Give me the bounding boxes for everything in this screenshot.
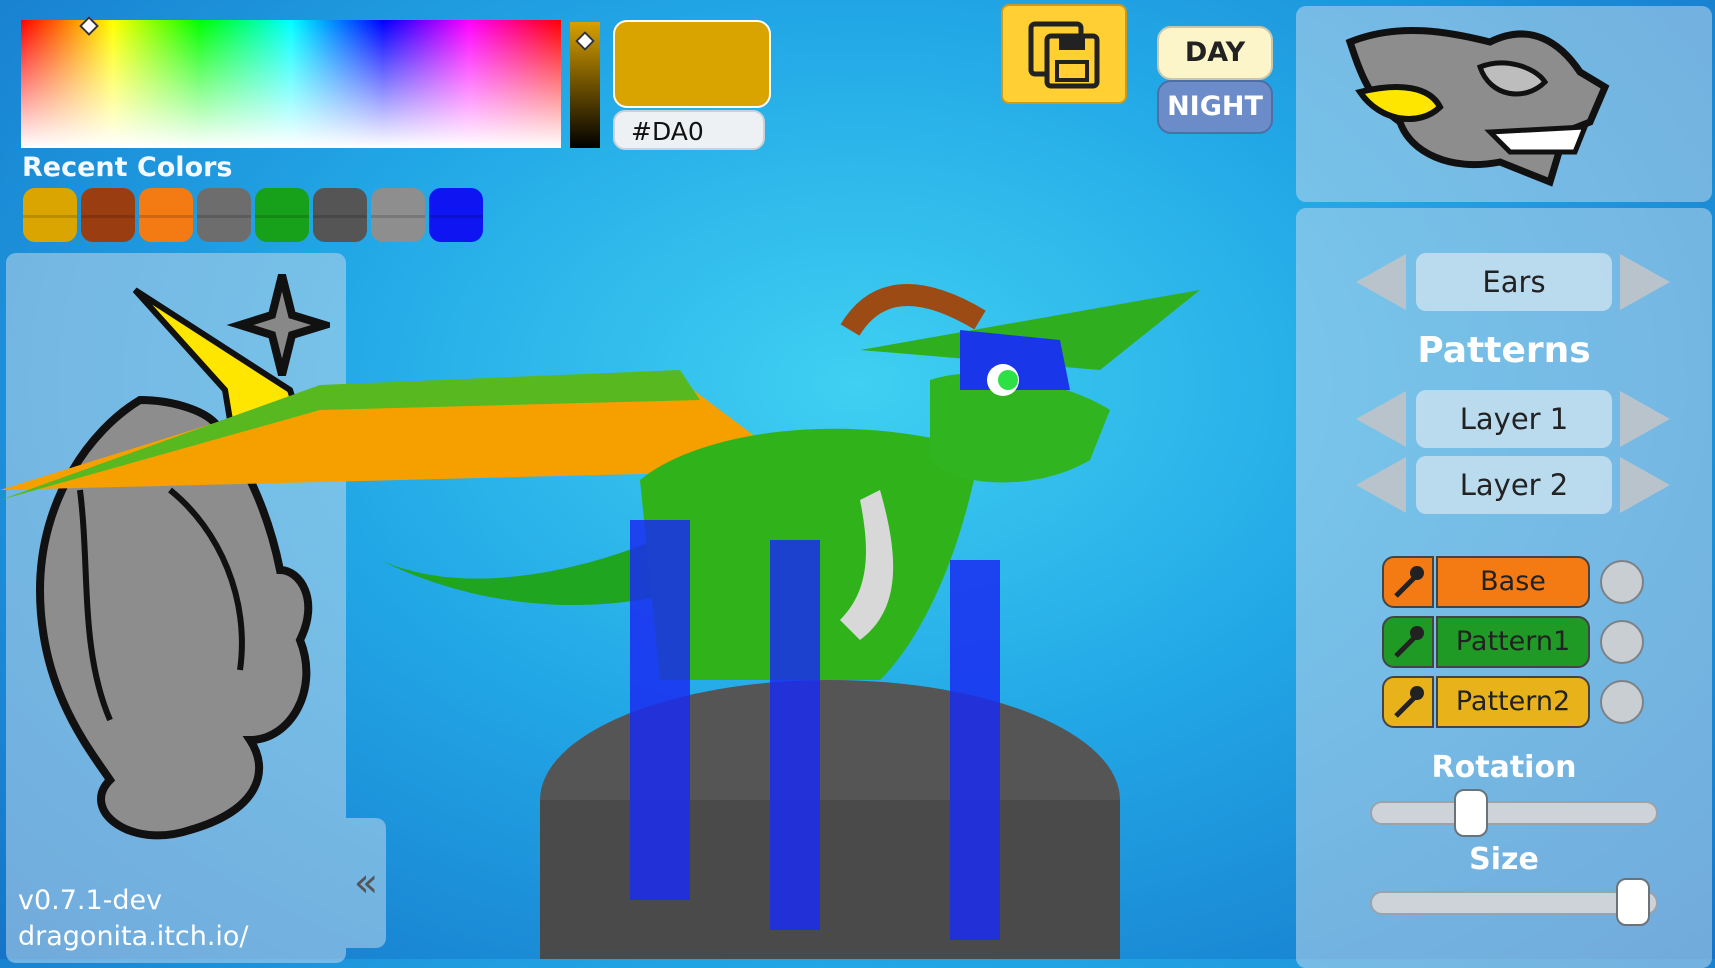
part-selector: Ears bbox=[1416, 253, 1612, 311]
layer2-prev-arrow[interactable] bbox=[1356, 457, 1406, 513]
recent-color-swatch[interactable] bbox=[139, 188, 193, 242]
size-slider[interactable] bbox=[1370, 891, 1658, 915]
save-button[interactable] bbox=[1001, 4, 1127, 104]
pattern2-color-button[interactable]: Pattern2 bbox=[1436, 676, 1590, 728]
color-spectrum[interactable] bbox=[21, 20, 561, 148]
ears-prev-arrow[interactable] bbox=[1356, 254, 1406, 310]
pattern1-color-button[interactable]: Pattern1 bbox=[1436, 616, 1590, 668]
recent-color-swatch[interactable] bbox=[197, 188, 251, 242]
rotation-slider-knob[interactable] bbox=[1453, 789, 1488, 837]
lightbulb-icon[interactable] bbox=[1600, 560, 1644, 604]
floppy-disk-icon bbox=[1028, 21, 1100, 89]
dragon-3d-viewport[interactable] bbox=[0, 260, 1260, 959]
rotation-slider[interactable] bbox=[1370, 801, 1658, 825]
layer1-prev-arrow[interactable] bbox=[1356, 391, 1406, 447]
recent-color-swatch[interactable] bbox=[371, 188, 425, 242]
night-button[interactable]: NIGHT bbox=[1157, 80, 1273, 134]
dragon-head-icon bbox=[1345, 27, 1610, 187]
eyedropper-icon[interactable] bbox=[1382, 616, 1434, 668]
day-button[interactable]: DAY bbox=[1157, 26, 1273, 80]
recent-color-swatch[interactable] bbox=[81, 188, 135, 242]
recent-color-swatch[interactable] bbox=[429, 188, 483, 242]
layer2-next-arrow[interactable] bbox=[1620, 457, 1670, 513]
base-color-button[interactable]: Base bbox=[1436, 556, 1590, 608]
rotation-label: Rotation bbox=[1431, 750, 1577, 785]
patterns-title: Patterns bbox=[1417, 330, 1591, 371]
recent-color-swatch[interactable] bbox=[23, 188, 77, 242]
layer1-next-arrow[interactable] bbox=[1620, 391, 1670, 447]
recent-colors-title: Recent Colors bbox=[22, 152, 233, 183]
layer1-selector: Layer 1 bbox=[1416, 390, 1612, 448]
lightbulb-icon[interactable] bbox=[1600, 680, 1644, 724]
size-slider-knob[interactable] bbox=[1616, 878, 1651, 926]
current-color-swatch bbox=[613, 20, 771, 108]
ears-next-arrow[interactable] bbox=[1620, 254, 1670, 310]
eyedropper-icon[interactable] bbox=[1382, 556, 1434, 608]
layer2-selector: Layer 2 bbox=[1416, 456, 1612, 514]
recent-color-swatch[interactable] bbox=[313, 188, 367, 242]
lightbulb-icon[interactable] bbox=[1600, 620, 1644, 664]
recent-color-swatch[interactable] bbox=[255, 188, 309, 242]
size-label: Size bbox=[1469, 842, 1539, 877]
eyedropper-icon[interactable] bbox=[1382, 676, 1434, 728]
hex-input[interactable]: #DA0 bbox=[613, 110, 765, 150]
